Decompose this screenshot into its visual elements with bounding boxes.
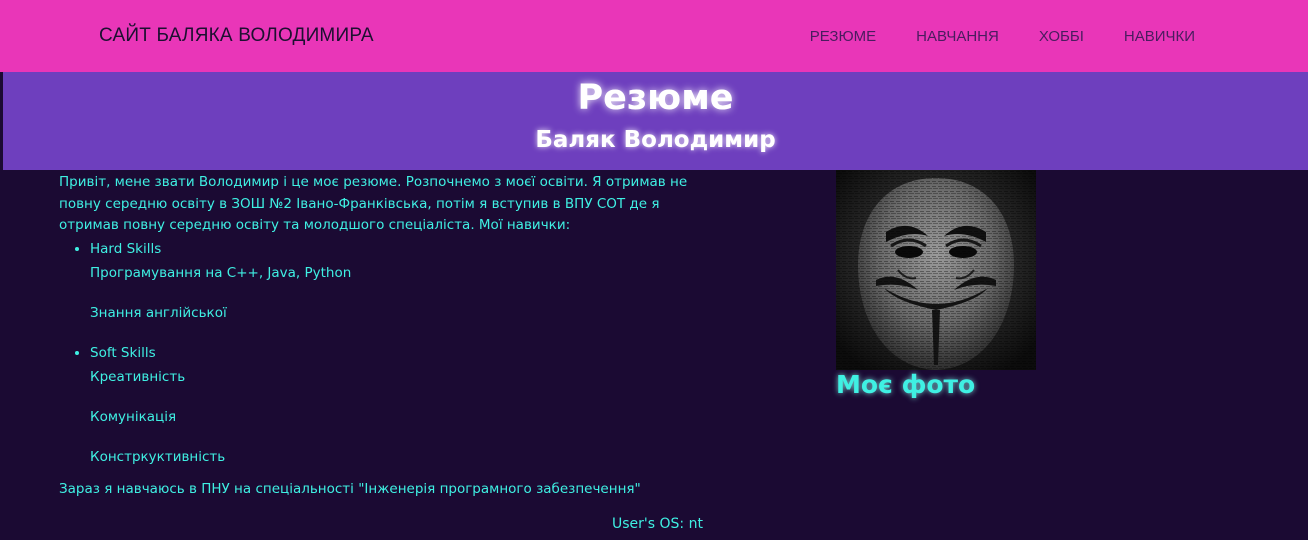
skill-item: Програмування на C++, Java, Python bbox=[90, 264, 352, 281]
education-text: Зараз я навчаюсь в ПНУ на спеціальності … bbox=[59, 480, 641, 497]
skill-item: Констркуктивність bbox=[90, 448, 226, 465]
nav-links: РЕЗЮМЕ НАВЧАННЯ ХОББІ НАВИЧКИ bbox=[810, 28, 1195, 45]
nav-link-education[interactable]: НАВЧАННЯ bbox=[916, 28, 999, 45]
resume-content: Привіт, мене звати Володимир і це моє ре… bbox=[59, 172, 719, 500]
photo-image bbox=[836, 170, 1036, 370]
nav-link-skills[interactable]: НАВИЧКИ bbox=[1124, 28, 1195, 45]
page-subtitle: Баляк Володимир bbox=[535, 127, 776, 153]
photo-caption: Моє фото bbox=[836, 370, 976, 399]
skill-group-title: Hard Skills bbox=[90, 240, 162, 257]
skills-list: Hard Skills Програмування на C++, Java, … bbox=[59, 237, 719, 469]
site-brand[interactable]: САЙТ БАЛЯКА ВОЛОДИМИРА bbox=[99, 25, 374, 47]
skill-item: Знання англійської bbox=[90, 304, 227, 321]
intro-text: Привіт, мене звати Володимир і це моє ре… bbox=[59, 174, 688, 233]
nav-link-resume[interactable]: РЕЗЮМЕ bbox=[810, 28, 876, 45]
page-title: Резюме bbox=[577, 78, 734, 118]
list-item: Hard Skills Програмування на C++, Java, … bbox=[90, 237, 719, 325]
os-info: User's OS: nt bbox=[612, 516, 703, 532]
skill-item: Комунікація bbox=[90, 408, 177, 425]
skill-item: Креативність bbox=[90, 368, 186, 385]
nav-link-hobby[interactable]: ХОББІ bbox=[1039, 28, 1084, 45]
hero-banner: Резюме Баляк Володимир bbox=[3, 72, 1308, 170]
skill-group-title: Soft Skills bbox=[90, 344, 156, 361]
list-item: Soft Skills Креативність Комунікація Кон… bbox=[90, 341, 719, 469]
navbar: САЙТ БАЛЯКА ВОЛОДИМИРА РЕЗЮМЕ НАВЧАННЯ Х… bbox=[0, 0, 1308, 72]
